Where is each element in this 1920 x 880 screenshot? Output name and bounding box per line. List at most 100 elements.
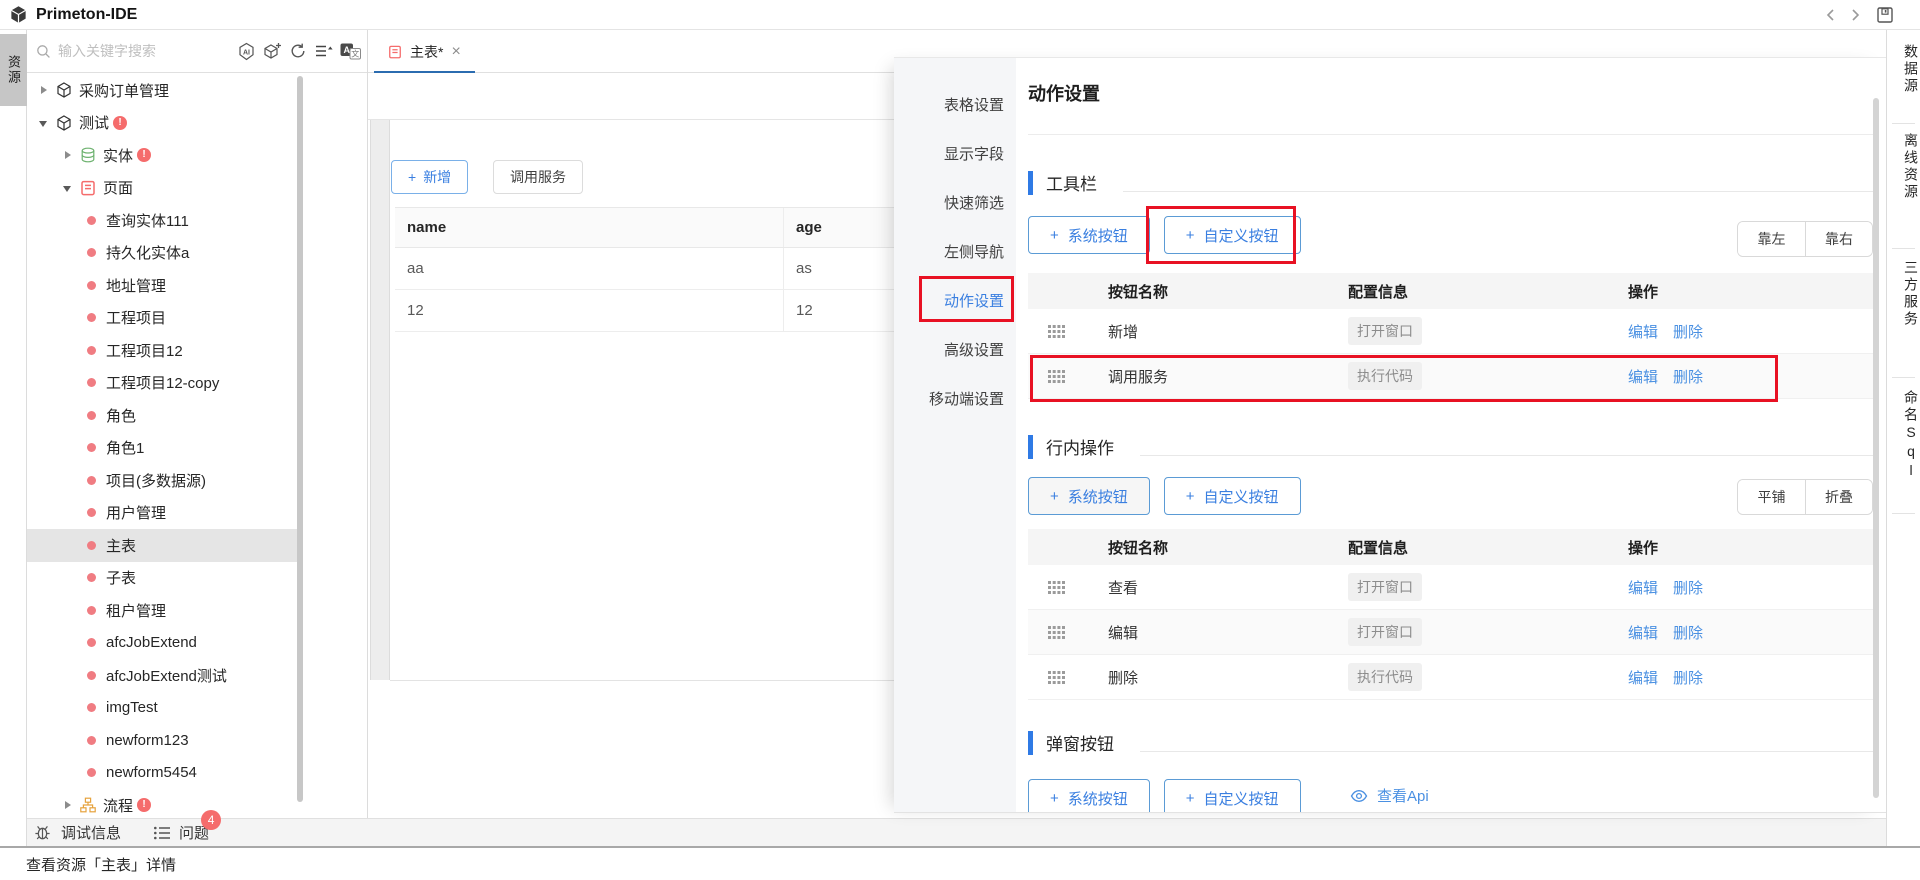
align-left-button[interactable]: 靠左 (1738, 222, 1805, 256)
column-header-name[interactable]: name (395, 219, 783, 236)
tab-main-table[interactable]: 主表* × (374, 30, 475, 73)
tree-item[interactable]: 查询实体111 (27, 204, 298, 237)
section-toolbar: 工具栏 (1028, 170, 1873, 195)
collapse-button[interactable]: 折叠 (1805, 480, 1872, 514)
tree-item[interactable]: 工程项目12 (27, 334, 298, 367)
add-system-button[interactable]: +系统按钮 (1028, 216, 1150, 254)
delete-link[interactable]: 删除 (1673, 577, 1703, 598)
add-system-button[interactable]: +系统按钮 (1028, 779, 1150, 813)
tree-item[interactable]: newform123 (27, 724, 298, 757)
drag-handle-icon[interactable] (1028, 626, 1108, 639)
page-dot-icon (87, 768, 96, 777)
delete-link[interactable]: 删除 (1673, 321, 1703, 342)
debug-info-button[interactable]: 调试信息 (32, 822, 121, 843)
tree-item[interactable]: 测试! (27, 107, 298, 140)
menu-item-mobile-settings[interactable]: 移动端设置 (894, 374, 1016, 423)
edit-link[interactable]: 编辑 (1628, 577, 1658, 598)
chevron-down-icon[interactable] (39, 118, 49, 128)
page-dot-icon (87, 378, 96, 387)
chevron-down-icon[interactable] (63, 183, 73, 193)
edit-link[interactable]: 编辑 (1628, 667, 1658, 688)
add-system-button[interactable]: +系统按钮 (1028, 477, 1150, 515)
refresh-icon[interactable] (289, 42, 307, 60)
search-icon (36, 44, 51, 59)
align-right-button[interactable]: 靠右 (1805, 222, 1872, 256)
drag-handle-icon[interactable] (1028, 671, 1108, 684)
chevron-right-icon[interactable] (39, 85, 49, 95)
menu-item-table-settings[interactable]: 表格设置 (894, 80, 1016, 129)
menu-item-quick-filter[interactable]: 快速筛选 (894, 178, 1016, 227)
resource-tree: 采购订单管理 测试! 实体! 页面 查询实体111 持久化实体a 地址管理 工程… (27, 74, 298, 818)
tree-item[interactable]: 项目(多数据源) (27, 464, 298, 497)
tile-button[interactable]: 平铺 (1738, 480, 1805, 514)
tree-item[interactable]: 工程项目12-copy (27, 367, 298, 400)
rail-tab-datasource[interactable]: 数据源 (1887, 44, 1920, 95)
edit-link[interactable]: 编辑 (1628, 366, 1658, 387)
section-accent-bar (1028, 171, 1033, 195)
drag-handle-icon[interactable] (1028, 370, 1108, 383)
chevron-right-icon[interactable] (63, 800, 73, 810)
search-input[interactable]: 输入关键字搜索 (58, 41, 237, 61)
tree-item[interactable]: 角色1 (27, 432, 298, 465)
tree-item-selected[interactable]: 主表 (27, 529, 298, 562)
menu-item-action-settings[interactable]: 动作设置 (894, 276, 1016, 325)
drag-handle-icon[interactable] (1028, 325, 1108, 338)
tree-scrollbar[interactable] (297, 76, 303, 802)
add-custom-button[interactable]: +自定义按钮 (1164, 216, 1301, 254)
preview-add-button[interactable]: + 新增 (391, 160, 468, 194)
delete-link[interactable]: 删除 (1673, 622, 1703, 643)
popup-add-buttons: +系统按钮 +自定义按钮 (1028, 779, 1301, 813)
view-api-link[interactable]: 查看Api (1350, 785, 1429, 806)
tree-item[interactable]: 流程! (27, 789, 298, 818)
drag-handle-icon[interactable] (1028, 581, 1108, 594)
nav-forward-icon[interactable] (1848, 8, 1862, 22)
tree-item[interactable]: 地址管理 (27, 269, 298, 302)
preview-call-service-button[interactable]: 调用服务 (493, 160, 583, 194)
edit-link[interactable]: 编辑 (1628, 321, 1658, 342)
delete-link[interactable]: 删除 (1673, 366, 1703, 387)
problems-button[interactable]: 问题 4 (153, 822, 209, 843)
tree-item[interactable]: 采购订单管理 (27, 74, 298, 107)
tree-item[interactable]: 租户管理 (27, 594, 298, 627)
rail-tab-offline-resources[interactable]: 离线资源 (1887, 133, 1920, 201)
add-custom-button[interactable]: +自定义按钮 (1164, 779, 1301, 813)
tree-item[interactable]: afcJobExtend (27, 627, 298, 660)
rail-tab-resources[interactable]: 资源 (0, 34, 27, 106)
new-module-icon[interactable] (263, 42, 282, 61)
menu-item-display-fields[interactable]: 显示字段 (894, 129, 1016, 178)
chevron-right-icon[interactable] (63, 150, 73, 160)
tree-item[interactable]: 子表 (27, 562, 298, 595)
add-custom-button[interactable]: +自定义按钮 (1164, 477, 1301, 515)
translate-icon[interactable]: A文 (340, 42, 361, 60)
tree-item[interactable]: afcJobExtend测试 (27, 659, 298, 692)
save-icon[interactable] (1876, 6, 1894, 24)
drawer-scrollbar[interactable] (1873, 98, 1879, 798)
tree-item[interactable]: newform5454 (27, 757, 298, 790)
tree-item[interactable]: 角色 (27, 399, 298, 432)
rail-tab-third-party-services[interactable]: 三方服务 (1887, 260, 1920, 328)
rail-tab-named-sql[interactable]: 命名Sql (1887, 390, 1920, 481)
tree-item[interactable]: 用户管理 (27, 497, 298, 530)
page-dot-icon (87, 541, 96, 550)
divider (1892, 377, 1915, 378)
tree-item[interactable]: 页面 (27, 172, 298, 205)
menu-item-left-nav[interactable]: 左侧导航 (894, 227, 1016, 276)
page-dot-icon (87, 411, 96, 420)
plus-icon: + (1050, 790, 1059, 807)
edit-link[interactable]: 编辑 (1628, 622, 1658, 643)
delete-link[interactable]: 删除 (1673, 667, 1703, 688)
divider (1892, 248, 1915, 249)
nav-back-icon[interactable] (1824, 8, 1838, 22)
ai-assistant-icon[interactable]: AI (237, 42, 256, 61)
table-row: 查看 打开窗口 编辑删除 (1028, 565, 1873, 610)
panel-title: 动作设置 (1028, 80, 1100, 106)
tree-item[interactable]: imgTest (27, 692, 298, 725)
close-icon[interactable]: × (451, 44, 460, 60)
toolbar-align-group: 靠左 靠右 (1737, 221, 1873, 257)
tree-item[interactable]: 持久化实体a (27, 237, 298, 270)
plus-icon: + (408, 169, 416, 185)
tree-item[interactable]: 实体! (27, 139, 298, 172)
menu-item-advanced-settings[interactable]: 高级设置 (894, 325, 1016, 374)
tree-item[interactable]: 工程项目 (27, 302, 298, 335)
sort-list-icon[interactable] (314, 43, 333, 59)
